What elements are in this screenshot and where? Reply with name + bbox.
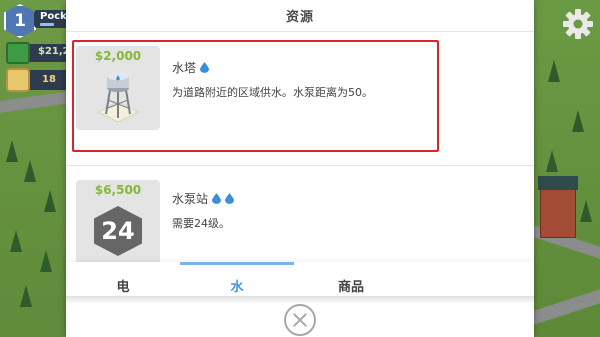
water-tower-icon	[96, 72, 140, 123]
water-drop-icon	[225, 193, 235, 204]
goods-icon	[6, 68, 30, 92]
resources-modal: 资源 $2,000 水塔 为道路附近的区域供水。水泵距离为50。 $6,500 …	[66, 0, 534, 337]
goods-display[interactable]: 18	[6, 68, 70, 92]
close-button[interactable]	[284, 304, 316, 336]
shop-item-pump-station[interactable]: $6,500 24 水泵站 需要24级。	[66, 166, 534, 264]
required-level-badge: 24	[94, 206, 142, 256]
money-display[interactable]: $21,2	[6, 42, 70, 64]
tree	[572, 110, 584, 132]
water-drop-icon	[212, 193, 222, 204]
tree	[546, 150, 558, 172]
goods-value: 18	[42, 74, 56, 85]
tab-shadow	[66, 296, 534, 304]
item-price: $2,000	[94, 49, 142, 63]
player-level: 1	[14, 11, 26, 31]
tree	[10, 230, 22, 252]
tree	[580, 200, 592, 222]
item-name: 水泵站	[172, 192, 209, 206]
tree	[6, 140, 18, 162]
shop-item-water-tower[interactable]: $2,000 水塔 为道路附近的区域供水。水泵距离为50。	[66, 32, 534, 166]
building	[540, 188, 576, 238]
item-description: 需要24级。	[172, 217, 230, 230]
gear-icon[interactable]	[562, 8, 594, 40]
required-level: 24	[101, 217, 135, 245]
tree	[44, 190, 56, 212]
tree	[548, 60, 560, 82]
item-thumbnail: $2,000	[76, 46, 160, 130]
cash-icon	[6, 42, 30, 64]
modal-title: 资源	[285, 10, 314, 25]
item-description: 为道路附近的区域供水。水泵距离为50。	[172, 86, 373, 99]
tree	[40, 250, 52, 272]
building-roof	[538, 176, 578, 190]
item-thumbnail: $6,500 24	[76, 180, 160, 264]
modal-header: 资源	[66, 0, 534, 32]
tree	[24, 160, 36, 182]
item-name-row: 水塔	[172, 59, 210, 76]
grass-right	[532, 0, 600, 337]
xp-bar	[40, 23, 54, 26]
item-name-row: 水泵站	[172, 190, 235, 207]
tree	[20, 285, 32, 307]
item-name: 水塔	[172, 61, 197, 75]
water-drop-icon	[200, 62, 210, 73]
money-value: $21,2	[38, 46, 70, 57]
item-price: $6,500	[94, 183, 142, 197]
